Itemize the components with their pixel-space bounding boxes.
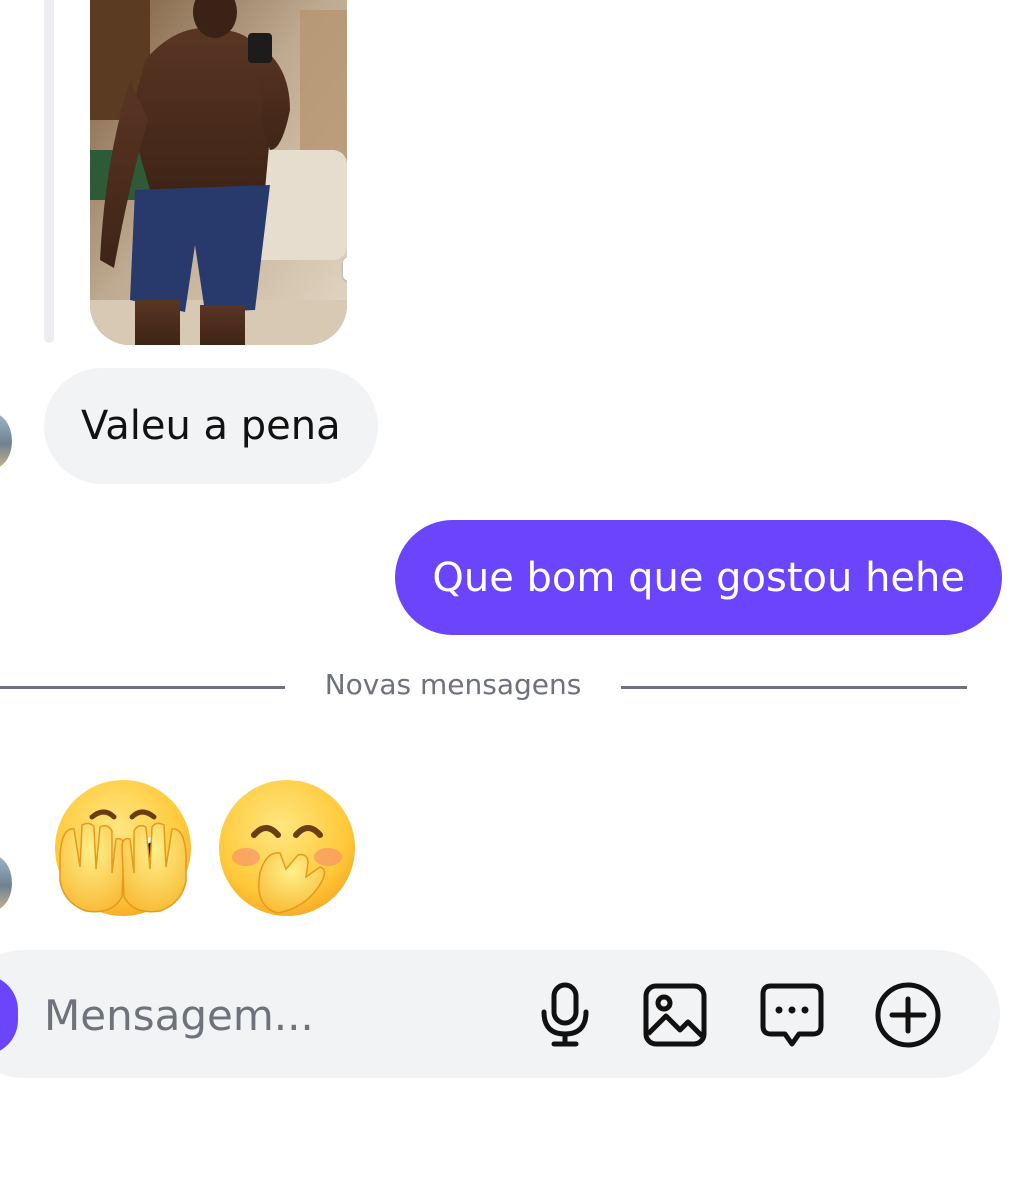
message-text: Valeu a pena bbox=[81, 403, 341, 449]
microphone-icon bbox=[541, 982, 589, 1047]
sticker-button[interactable] bbox=[757, 980, 827, 1050]
message-text: Que bom que gostou hehe bbox=[432, 554, 965, 601]
contact-avatar[interactable] bbox=[0, 855, 12, 911]
divider-line-right bbox=[621, 686, 967, 689]
story-emoji-sticker: 🔗😏💦 bbox=[343, 257, 347, 281]
emoji-message[interactable] bbox=[52, 777, 358, 919]
sticker-icon bbox=[760, 983, 824, 1047]
message-input[interactable] bbox=[44, 984, 484, 1046]
reply-thread-line bbox=[44, 0, 54, 343]
chat-screen: 🔗😏💦 Valeu a pena Que bom que gostou hehe… bbox=[0, 0, 1024, 1200]
divider-line-left bbox=[0, 686, 285, 689]
incoming-message-bubble[interactable]: Valeu a pena bbox=[44, 368, 378, 484]
gallery-icon bbox=[643, 983, 707, 1047]
more-options-button[interactable] bbox=[873, 980, 943, 1050]
microphone-button[interactable] bbox=[530, 980, 600, 1050]
gallery-button[interactable] bbox=[640, 980, 710, 1050]
face-peeking-emoji bbox=[52, 777, 194, 919]
contact-avatar[interactable] bbox=[0, 413, 12, 469]
face-hand-over-mouth-emoji bbox=[216, 777, 358, 919]
story-reply-photo[interactable]: 🔗😏💦 bbox=[90, 0, 347, 345]
outgoing-message-bubble[interactable]: Que bom que gostou hehe bbox=[395, 520, 1002, 635]
plus-icon bbox=[875, 982, 941, 1048]
new-messages-divider-label: Novas mensagens bbox=[324, 668, 582, 701]
